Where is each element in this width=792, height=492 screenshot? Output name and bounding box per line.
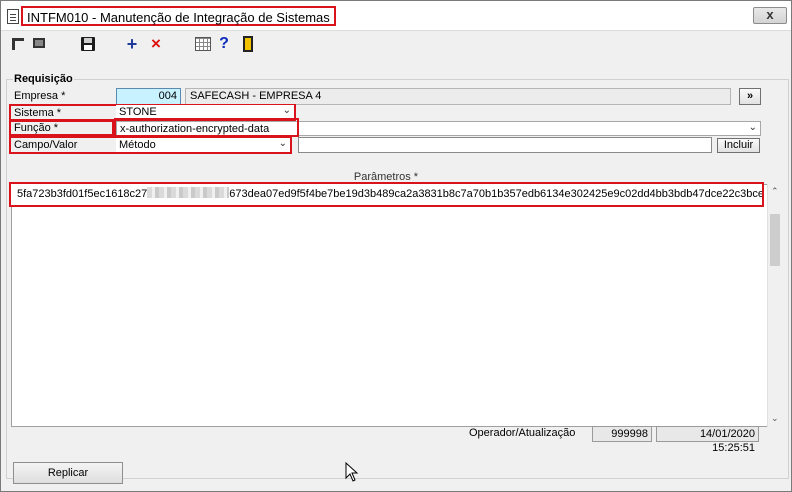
grid-view-icon[interactable] [194, 35, 212, 53]
parametros-value-line[interactable]: 5fa723b3fd01f5ec1618c27 673dea07ed9f5f4be… [9, 182, 764, 207]
scroll-thumb[interactable] [770, 214, 780, 266]
funcao-label-box: Função * [9, 120, 114, 136]
chevron-down-icon[interactable]: ⌄ [283, 105, 291, 118]
empresa-lookup-button[interactable]: » [739, 88, 761, 105]
redacted-segment [147, 187, 230, 198]
add-icon[interactable]: + [123, 35, 141, 53]
close-button[interactable]: x [753, 7, 787, 24]
title-bar: INTFM010 - Manutenção de Integração de S… [1, 1, 791, 31]
sistema-label: Sistema * [14, 107, 62, 119]
document-icon [7, 9, 19, 24]
parametros-textarea[interactable] [11, 184, 782, 427]
funcao-label: Função * [14, 122, 59, 134]
toolbar: + × ? [2, 31, 791, 58]
scroll-down-icon[interactable]: ⌄ [771, 413, 779, 424]
sistema-value: STONE [119, 106, 157, 118]
operador-label: Operador/Atualização [469, 427, 576, 439]
group-title: Requisição [13, 73, 74, 85]
operador-id-field: 999998 [592, 426, 652, 442]
empresa-label: Empresa * [14, 90, 66, 102]
main-window: INTFM010 - Manutenção de Integração de S… [0, 0, 792, 492]
campo-selected: Método [119, 139, 156, 151]
empresa-name-field: SAFECASH - EMPRESA 4 [185, 88, 731, 105]
save-icon[interactable] [79, 35, 97, 53]
parametros-value-start: 5fa723b3fd01f5ec1618c27 [17, 188, 148, 200]
help-icon[interactable]: ? [215, 35, 233, 53]
chevron-down-icon[interactable]: ⌄ [279, 138, 287, 151]
campo-select[interactable]: Método ⌄ [116, 138, 290, 152]
scroll-up-icon[interactable]: ⌃ [771, 186, 779, 197]
first-record-icon[interactable] [10, 35, 28, 53]
updated-at-field: 14/01/2020 15:25:51 [656, 426, 759, 454]
copy-icon[interactable] [31, 35, 49, 53]
replicar-button[interactable]: Replicar [13, 462, 123, 484]
incluir-button[interactable]: Incluir [717, 138, 760, 153]
chevron-down-icon[interactable]: ⌄ [749, 122, 757, 135]
vertical-scrollbar[interactable]: ⌃ ⌄ [767, 184, 782, 427]
exit-door-icon[interactable] [239, 35, 257, 53]
window-title: INTFM010 - Manutenção de Integração de S… [21, 6, 336, 26]
parametros-value-end: 673dea07ed9f5f4be7be19d3b489ca2a3831b8c7… [229, 188, 764, 200]
funcao-highlight [114, 118, 299, 137]
delete-icon[interactable]: × [147, 35, 165, 53]
empresa-code-input[interactable]: 004 [116, 88, 181, 105]
sistema-select[interactable]: STONE ⌄ [116, 105, 294, 119]
campo-label: Campo/Valor [14, 139, 78, 151]
mouse-cursor-icon [345, 462, 359, 482]
valor-input[interactable] [298, 137, 712, 153]
